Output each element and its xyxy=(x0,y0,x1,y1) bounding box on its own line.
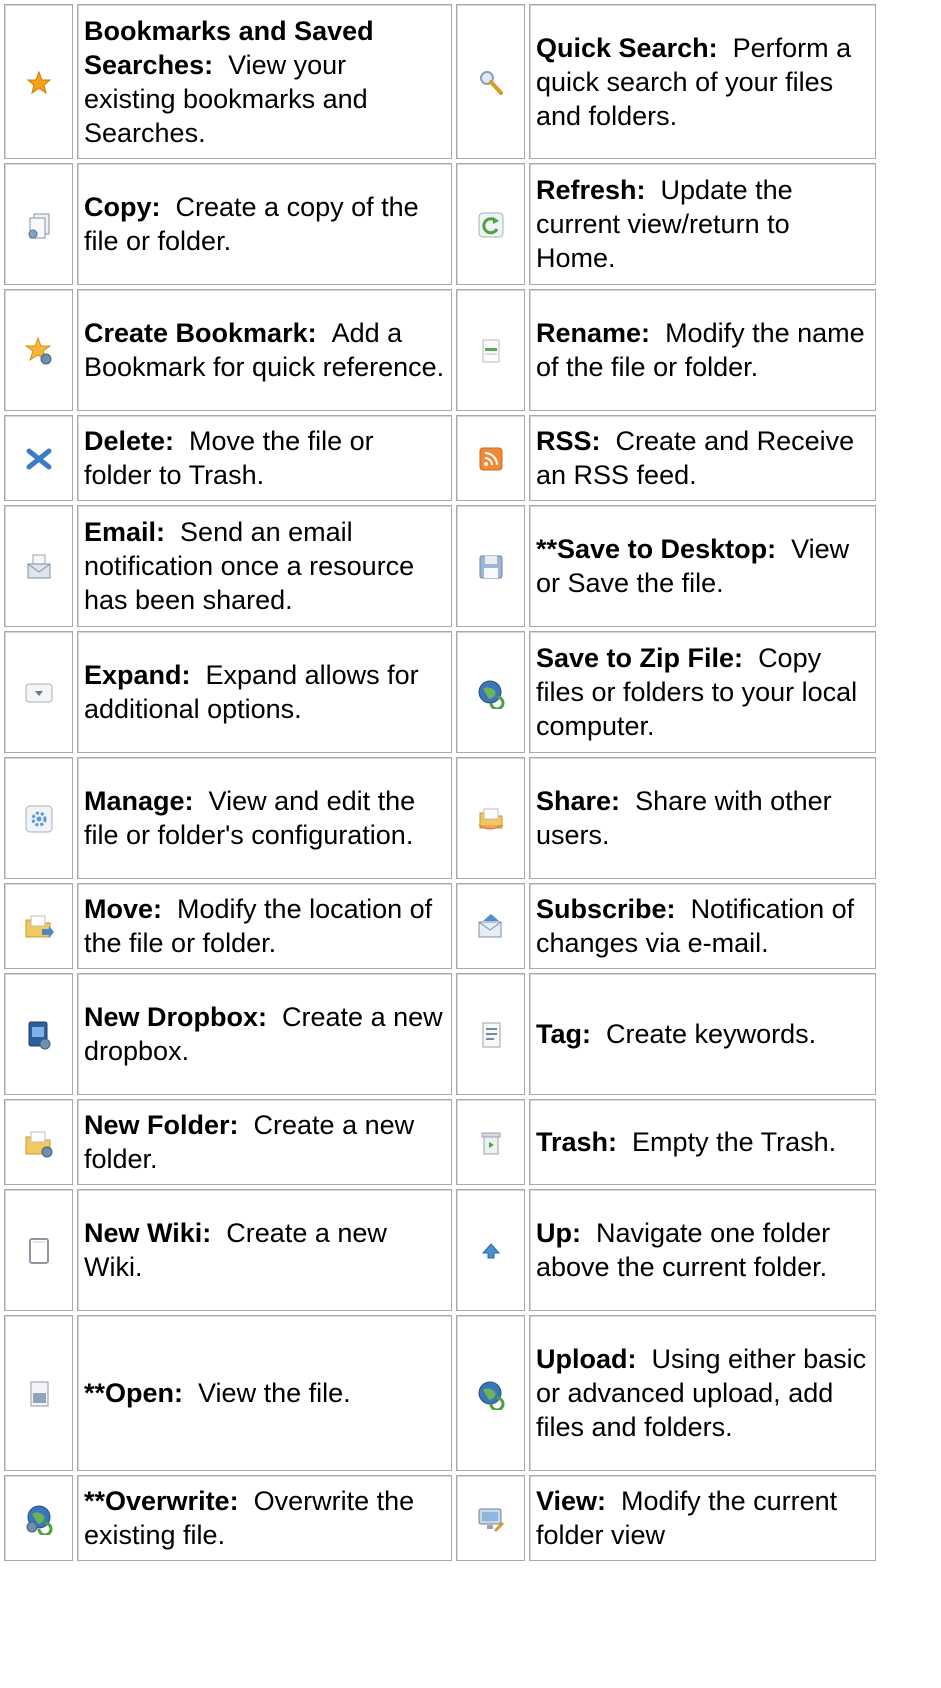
legend-description: Email: Send an email notification once a… xyxy=(77,505,452,627)
rss-icon xyxy=(456,415,525,501)
trash-can-icon xyxy=(456,1099,525,1185)
legend-description: Quick Search: Perform a quick search of … xyxy=(529,4,876,159)
legend-description: Tag: Create keywords. xyxy=(529,973,876,1095)
legend-label: Tag: xyxy=(536,1019,591,1049)
legend-row: Copy: Create a copy of the file or folde… xyxy=(4,163,876,285)
legend-row: Create Bookmark: Add a Bookmark for quic… xyxy=(4,289,876,411)
legend-label: Subscribe: xyxy=(536,894,676,924)
legend-label: Refresh: xyxy=(536,175,646,205)
globe-zip-icon xyxy=(456,631,525,753)
legend-description: View: Modify the current folder view xyxy=(529,1475,876,1561)
legend-description: Delete: Move the file or folder to Trash… xyxy=(77,415,452,501)
legend-row: Email: Send an email notification once a… xyxy=(4,505,876,627)
icon-legend-table: Bookmarks and Saved Searches: View your … xyxy=(0,0,880,1565)
legend-label: Rename: xyxy=(536,318,651,348)
legend-row: New Wiki: Create a new Wiki. Up: Navigate… xyxy=(4,1189,876,1311)
legend-description: Create Bookmark: Add a Bookmark for quic… xyxy=(77,289,452,411)
legend-label: Share: xyxy=(536,786,621,816)
manage-gear-icon xyxy=(4,757,73,879)
legend-label: New Wiki: xyxy=(84,1218,212,1248)
legend-label: **Open: xyxy=(84,1378,184,1408)
legend-row: New Dropbox: Create a new dropbox. Tag: C… xyxy=(4,973,876,1095)
legend-description: Expand: Expand allows for additional opt… xyxy=(77,631,452,753)
legend-row: New Folder: Create a new folder. Trash: E… xyxy=(4,1099,876,1185)
legend-description: Refresh: Update the current view/return … xyxy=(529,163,876,285)
magnifier-icon xyxy=(456,4,525,159)
legend-description: Share: Share with other users. xyxy=(529,757,876,879)
move-folder-icon xyxy=(4,883,73,969)
legend-label: New Folder: xyxy=(84,1110,239,1140)
legend-row: **Overwrite: Overwrite the existing file… xyxy=(4,1475,876,1561)
legend-description: RSS: Create and Receive an RSS feed. xyxy=(529,415,876,501)
overwrite-globe-icon xyxy=(4,1475,73,1561)
tag-document-icon xyxy=(456,973,525,1095)
legend-label: Copy: xyxy=(84,192,161,222)
legend-text: Empty the Trash. xyxy=(632,1127,837,1157)
new-folder-icon xyxy=(4,1099,73,1185)
legend-description: **Save to Desktop: View or Save the file… xyxy=(529,505,876,627)
rename-icon xyxy=(456,289,525,411)
email-icon xyxy=(4,505,73,627)
legend-description: Save to Zip File: Copy files or folders … xyxy=(529,631,876,753)
delete-x-icon xyxy=(4,415,73,501)
copy-document-icon xyxy=(4,163,73,285)
legend-label: Create Bookmark: xyxy=(84,318,317,348)
legend-label: Email: xyxy=(84,517,166,547)
legend-text: View the file. xyxy=(198,1378,351,1408)
legend-description: Up: Navigate one folder above the curren… xyxy=(529,1189,876,1311)
legend-description: **Open: View the file. xyxy=(77,1315,452,1471)
legend-label: **Save to Desktop: xyxy=(536,534,777,564)
legend-row: Move: Modify the location of the file or… xyxy=(4,883,876,969)
legend-description: Subscribe: Notification of changes via e… xyxy=(529,883,876,969)
legend-label: Move: xyxy=(84,894,163,924)
legend-description: New Folder: Create a new folder. xyxy=(77,1099,452,1185)
legend-description: Copy: Create a copy of the file or folde… xyxy=(77,163,452,285)
floppy-disk-icon xyxy=(456,505,525,627)
legend-description: New Dropbox: Create a new dropbox. xyxy=(77,973,452,1095)
legend-label: Up: xyxy=(536,1218,581,1248)
expand-dropdown-icon xyxy=(4,631,73,753)
refresh-icon xyxy=(456,163,525,285)
view-monitor-icon xyxy=(456,1475,525,1561)
legend-description: Move: Modify the location of the file or… xyxy=(77,883,452,969)
legend-label: RSS: xyxy=(536,426,601,456)
create-bookmark-icon xyxy=(4,289,73,411)
legend-description: **Overwrite: Overwrite the existing file… xyxy=(77,1475,452,1561)
legend-label: Expand: xyxy=(84,660,191,690)
up-arrow-icon xyxy=(456,1189,525,1311)
legend-label: New Dropbox: xyxy=(84,1002,268,1032)
open-document-icon xyxy=(4,1315,73,1471)
legend-label: Delete: xyxy=(84,426,175,456)
new-dropbox-icon xyxy=(4,973,73,1095)
share-folder-icon xyxy=(456,757,525,879)
legend-label: Quick Search: xyxy=(536,32,718,63)
legend-description: Upload: Using either basic or advanced u… xyxy=(529,1315,876,1471)
notepad-icon xyxy=(4,1189,73,1311)
legend-description: Trash: Empty the Trash. xyxy=(529,1099,876,1185)
upload-globe-icon xyxy=(456,1315,525,1471)
legend-text: Create keywords. xyxy=(606,1019,817,1049)
legend-description: Manage: View and edit the file or folder… xyxy=(77,757,452,879)
legend-label: Trash: xyxy=(536,1127,618,1157)
subscribe-mail-icon xyxy=(456,883,525,969)
legend-row: Expand: Expand allows for additional opt… xyxy=(4,631,876,753)
legend-row: Manage: View and edit the file or folder… xyxy=(4,757,876,879)
star-icon xyxy=(4,4,73,159)
legend-description: Rename: Modify the name of the file or f… xyxy=(529,289,876,411)
legend-row: **Open: View the file. Upload: Using eith… xyxy=(4,1315,876,1471)
legend-label: **Overwrite: xyxy=(84,1486,239,1516)
legend-label: Upload: xyxy=(536,1344,637,1374)
legend-description: New Wiki: Create a new Wiki. xyxy=(77,1189,452,1311)
legend-label: View: xyxy=(536,1486,607,1516)
legend-row: Bookmarks and Saved Searches: View your … xyxy=(4,4,876,159)
legend-label: Manage: xyxy=(84,786,194,816)
legend-description: Bookmarks and Saved Searches: View your … xyxy=(77,4,452,159)
legend-label: Save to Zip File: xyxy=(536,643,744,673)
legend-row: Delete: Move the file or folder to Trash… xyxy=(4,415,876,501)
